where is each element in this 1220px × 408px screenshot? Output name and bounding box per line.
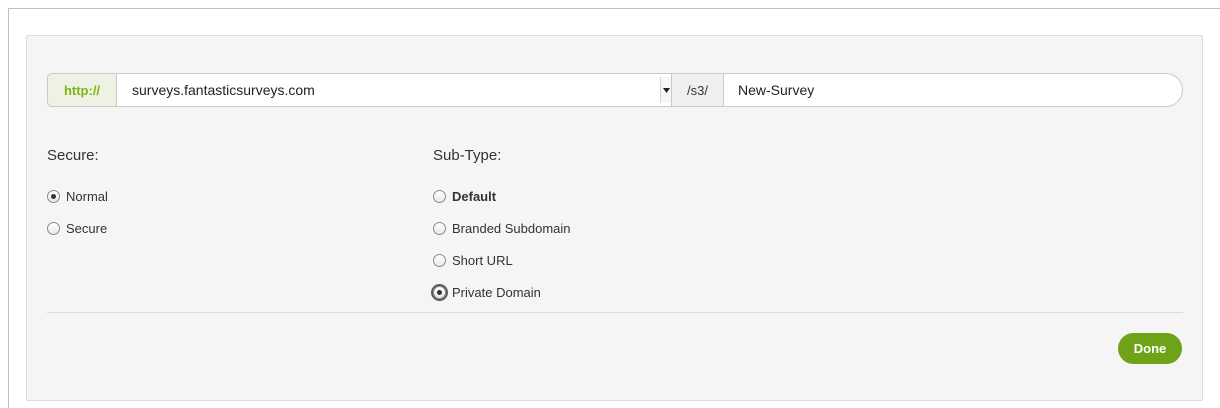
secure-radio-group: Secure: Normal Secure xyxy=(47,147,108,244)
subtype-option-branded-subdomain[interactable]: Branded Subdomain xyxy=(433,212,571,244)
divider xyxy=(47,312,1183,313)
done-button[interactable]: Done xyxy=(1118,333,1182,364)
domain-select-value: surveys.fantasticsurveys.com xyxy=(132,82,315,98)
subtype-option-default[interactable]: Default xyxy=(433,180,571,212)
path-prefix-label: /s3/ xyxy=(672,73,724,107)
secure-option-secure[interactable]: Secure xyxy=(47,212,108,244)
option-label: Private Domain xyxy=(452,284,541,300)
radio-button[interactable] xyxy=(47,221,60,235)
subtype-option-short-url[interactable]: Short URL xyxy=(433,244,571,276)
radio-button[interactable] xyxy=(433,189,446,203)
protocol-label: http:// xyxy=(47,73,117,107)
secure-option-normal[interactable]: Normal xyxy=(47,180,108,212)
option-label: Secure xyxy=(66,220,108,236)
subtype-radio-group: Sub-Type: Default Branded Subdomain Shor… xyxy=(433,147,571,308)
subtype-option-private-domain[interactable]: Private Domain xyxy=(433,276,571,308)
subtype-group-label: Sub-Type: xyxy=(433,147,502,164)
option-label: Default xyxy=(452,188,497,204)
radio-button[interactable] xyxy=(433,285,446,299)
url-settings-panel: http:// surveys.fantasticsurveys.com /s3… xyxy=(26,35,1203,401)
survey-slug-input[interactable] xyxy=(724,73,1183,107)
url-builder: http:// surveys.fantasticsurveys.com /s3… xyxy=(47,73,1183,107)
radio-button[interactable] xyxy=(47,189,60,203)
radio-button[interactable] xyxy=(433,253,446,267)
option-label: Short URL xyxy=(452,252,513,268)
option-label: Normal xyxy=(66,188,108,204)
domain-select[interactable]: surveys.fantasticsurveys.com xyxy=(117,73,672,107)
chevron-down-icon[interactable] xyxy=(660,77,671,103)
secure-group-label: Secure: xyxy=(47,147,99,164)
radio-button[interactable] xyxy=(433,221,446,235)
option-label: Branded Subdomain xyxy=(452,220,571,236)
